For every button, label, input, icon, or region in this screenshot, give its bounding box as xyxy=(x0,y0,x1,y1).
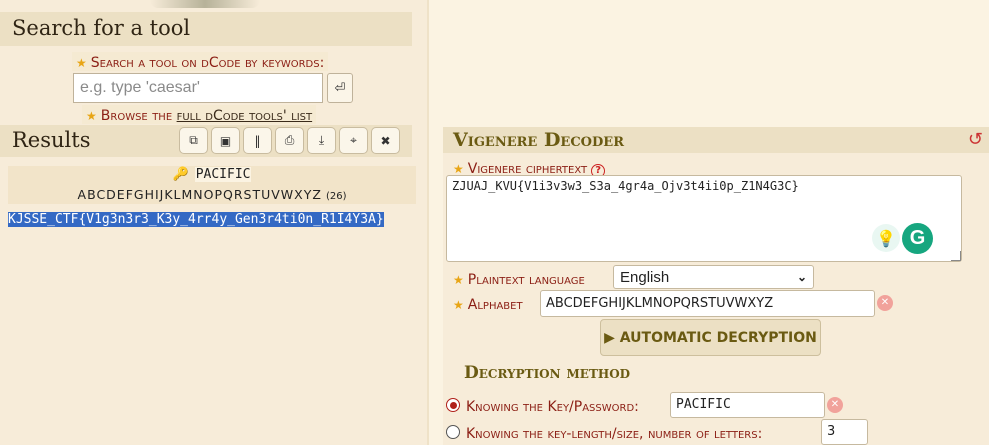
chevron-down-icon: ⌄ xyxy=(796,270,807,284)
pin-button[interactable]: ⌖ xyxy=(339,127,368,154)
key-input[interactable]: PACIFIC xyxy=(670,392,825,418)
download-icon: ⤓ xyxy=(318,133,325,147)
lightbulb-icon[interactable]: 💡 xyxy=(872,224,900,252)
key-option-radio[interactable] xyxy=(446,398,460,412)
screenshot-button[interactable]: ▣ xyxy=(211,127,240,154)
key-option-label[interactable]: Knowing the Key/Password: xyxy=(466,396,639,415)
decryption-method-title: Decryption method xyxy=(464,363,631,383)
pin-icon: ⌖ xyxy=(350,133,357,147)
key-icon: 🔑 xyxy=(172,167,189,182)
browse-tools-line: ★ Browse the full dCode tools' list xyxy=(82,105,317,124)
key-length-option-label[interactable]: Knowing the key-length/size, number of l… xyxy=(466,423,762,442)
language-value: English xyxy=(620,268,670,286)
print-icon: ⎙ xyxy=(284,133,295,147)
results-toolbar: ⧉ ▣ ‖ ⎙ ⤓ ⌖ ✖ xyxy=(179,127,400,154)
search-section-title: Search for a tool xyxy=(0,12,412,46)
key-length-option-radio[interactable] xyxy=(446,425,460,439)
key-length-input[interactable]: 3 xyxy=(821,419,868,445)
result-plaintext[interactable]: KJSSE_CTF{V1g3n3r3_K3y_4rr4y_Gen3r4ti0n_… xyxy=(8,209,424,231)
language-select[interactable]: English ⌄ xyxy=(613,265,814,289)
resize-grip-icon[interactable] xyxy=(951,251,961,261)
copy-button[interactable]: ⧉ xyxy=(179,127,208,154)
print-button[interactable]: ⎙ xyxy=(275,127,304,154)
automatic-decryption-button[interactable]: ▶ AUTOMATIC DECRYPTION xyxy=(600,319,821,356)
alphabet-label: ★ Alphabet xyxy=(453,297,523,313)
close-button[interactable]: ✖ xyxy=(371,127,400,154)
star-icon: ★ xyxy=(76,56,87,70)
decoder-panel: Vigenere Decoder ↺ ★ Vigenere ciphertext?… xyxy=(443,127,989,445)
clear-alphabet-icon[interactable]: ✕ xyxy=(877,295,893,311)
star-icon: ★ xyxy=(453,162,464,176)
columns-icon: ‖ xyxy=(254,133,261,148)
search-label: ★ Search a tool on dCode by keywords: xyxy=(72,52,329,71)
result-key-line: 🔑 PACIFIC xyxy=(8,167,416,182)
columns-button[interactable]: ‖ xyxy=(243,127,272,154)
close-icon: ✖ xyxy=(380,133,391,148)
download-button[interactable]: ⤓ xyxy=(307,127,336,154)
browse-tools-link[interactable]: full dCode tools' list xyxy=(177,108,313,124)
result-alphabet: ABCDEFGHIJKLMNOPQRSTUVWXYZ xyxy=(77,187,322,202)
decorative-smudge xyxy=(150,0,260,8)
star-icon: ★ xyxy=(453,298,464,312)
star-icon: ★ xyxy=(453,273,464,287)
decoder-title: Vigenere Decoder xyxy=(443,127,989,153)
result-alphabet-line: ABCDEFGHIJKLMNOPQRSTUVWXYZ (26) xyxy=(8,187,416,202)
grammarly-icon[interactable]: G xyxy=(902,223,933,254)
refresh-icon[interactable]: ↺ xyxy=(968,127,983,153)
search-input[interactable] xyxy=(73,73,323,103)
copy-icon: ⧉ xyxy=(189,133,198,147)
left-column: Search for a tool ★ Search a tool on dCod… xyxy=(0,0,427,445)
clear-key-icon[interactable]: ✕ xyxy=(827,397,843,413)
result-key: PACIFIC xyxy=(194,167,252,182)
alphabet-input[interactable]: ABCDEFGHIJKLMNOPQRSTUVWXYZ xyxy=(540,290,875,317)
screenshot-icon: ▣ xyxy=(219,133,232,148)
alphabet-count: (26) xyxy=(325,191,347,202)
language-label: ★ Plaintext language xyxy=(453,272,585,288)
result-summary: 🔑 PACIFIC ABCDEFGHIJKLMNOPQRSTUVWXYZ (26) xyxy=(8,166,416,204)
search-submit-button[interactable]: ⏎ xyxy=(327,73,353,103)
star-icon: ★ xyxy=(86,109,97,123)
